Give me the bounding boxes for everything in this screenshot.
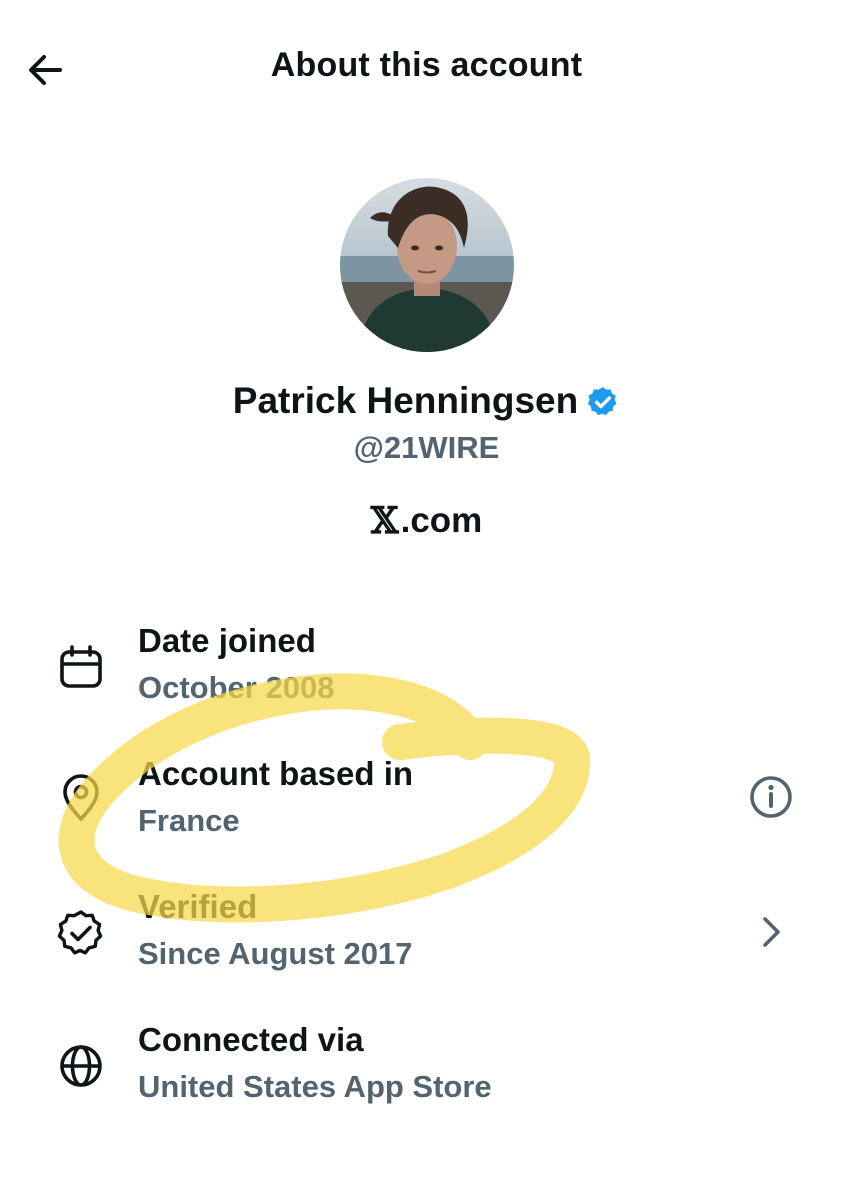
detail-value: Since August 2017	[138, 936, 413, 971]
detail-label: Verified	[138, 888, 258, 925]
detail-row-account-based-in: Account based in France	[0, 753, 853, 863]
info-button[interactable]	[747, 773, 795, 821]
globe-icon	[60, 1045, 102, 1087]
calendar-icon	[60, 645, 102, 688]
avatar-image	[340, 178, 514, 352]
detail-label: Date joined	[138, 622, 316, 659]
avatar[interactable]	[340, 178, 514, 352]
handle: @21WIRE	[353, 430, 500, 465]
detail-label: Account based in	[138, 755, 414, 792]
x-logo-icon: 𝕏	[370, 500, 399, 542]
verified-details-button[interactable]	[747, 908, 795, 956]
verified-badge-icon	[588, 387, 617, 416]
platform-domain: .com	[400, 501, 483, 540]
verified-check-icon	[57, 910, 103, 955]
display-name: Patrick Henningsen	[232, 380, 579, 421]
info-icon	[750, 776, 792, 818]
detail-label: Connected via	[138, 1021, 364, 1058]
profile-name-row: Patrick Henningsen	[0, 380, 853, 422]
detail-row-verified[interactable]: Verified Since August 2017	[0, 886, 853, 996]
detail-value: October 2008	[138, 670, 335, 705]
detail-value: France	[138, 803, 240, 838]
detail-row-date-joined: Date joined October 2008	[0, 620, 853, 730]
chevron-right-icon	[763, 917, 780, 947]
detail-value: United States App Store	[138, 1069, 492, 1104]
platform-label: 𝕏 .com	[0, 500, 853, 542]
detail-row-connected-via: Connected via United States App Store	[0, 1019, 853, 1129]
page-title: About this account	[270, 46, 583, 84]
location-pin-icon	[63, 774, 99, 821]
